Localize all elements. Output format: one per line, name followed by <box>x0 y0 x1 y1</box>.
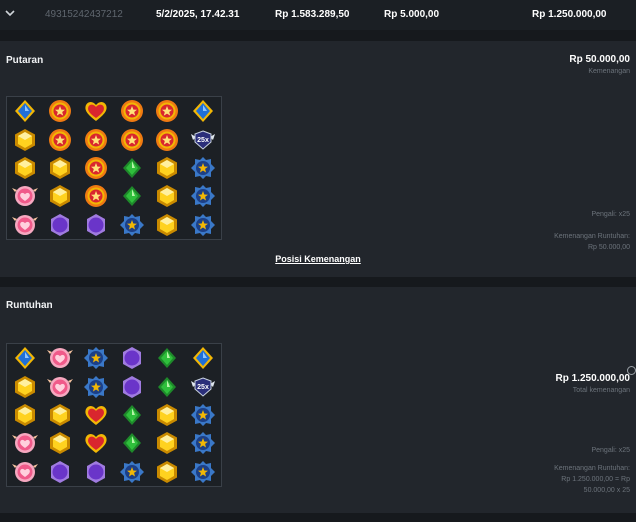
red-star-icon <box>150 97 186 125</box>
red-star-icon <box>43 97 79 125</box>
purple-moon-icon <box>114 344 150 372</box>
blue-star-icon <box>185 458 221 486</box>
green-diamond-icon <box>150 344 186 372</box>
blue-star-icon <box>78 344 114 372</box>
yellow-hex-icon <box>7 125 43 153</box>
purple-moon-icon <box>43 458 79 486</box>
chevron-down-icon[interactable] <box>4 6 16 20</box>
green-diamond-icon <box>114 182 150 210</box>
cascade-win-value: Rp 50.000,00 <box>587 244 630 251</box>
blue-diamond-icon <box>185 97 221 125</box>
purple-moon-icon <box>114 372 150 400</box>
blue-star-icon <box>114 211 150 239</box>
yellow-hex-icon <box>43 154 79 182</box>
yellow-hex-icon <box>150 182 186 210</box>
red-heart-icon <box>78 429 114 457</box>
spin-panel: Putaran Rp 50.000,00 Kemenangan 25x Peng… <box>0 41 636 277</box>
purple-moon-icon <box>78 458 114 486</box>
yellow-hex-icon <box>43 401 79 429</box>
pink-heart-icon <box>7 458 43 486</box>
yellow-hex-icon <box>150 458 186 486</box>
win-value: Rp 1.250.000,00 <box>532 9 607 20</box>
blue-star-icon <box>185 401 221 429</box>
info-icon[interactable] <box>627 366 636 375</box>
blue-diamond-icon <box>185 344 221 372</box>
yellow-hex-icon <box>7 401 43 429</box>
transaction-datetime: 5/2/2025, 17.42.31 <box>156 9 240 20</box>
blue-star-icon <box>185 154 221 182</box>
blue-star-icon <box>185 211 221 239</box>
blue-star-icon <box>114 458 150 486</box>
multiplier-25x-icon: 25x <box>185 372 221 400</box>
svg-text:25x: 25x <box>197 384 209 391</box>
blue-star-icon <box>78 372 114 400</box>
blue-diamond-icon <box>7 97 43 125</box>
cascade-symbol-grid: 25x <box>6 343 222 487</box>
red-star-icon <box>114 125 150 153</box>
red-heart-icon <box>78 97 114 125</box>
yellow-hex-icon <box>150 154 186 182</box>
yellow-hex-icon <box>7 372 43 400</box>
panel-title: Runtuhan <box>6 300 53 311</box>
yellow-hex-icon <box>43 182 79 210</box>
multiplier-label: Pengali: x25 <box>591 211 630 218</box>
green-diamond-icon <box>150 372 186 400</box>
cascade-panel: Runtuhan 25x Rp 1.250.000,00 Total kemen… <box>0 287 636 513</box>
yellow-hex-icon <box>150 429 186 457</box>
purple-moon-icon <box>78 211 114 239</box>
panel-title: Putaran <box>6 55 44 66</box>
green-diamond-icon <box>114 401 150 429</box>
green-diamond-icon <box>114 154 150 182</box>
yellow-hex-icon <box>150 401 186 429</box>
blue-star-icon <box>185 429 221 457</box>
total-win-label: Total kemenangan <box>572 387 630 394</box>
divider <box>0 513 636 522</box>
red-heart-icon <box>78 401 114 429</box>
red-star-icon <box>78 154 114 182</box>
cascade-win-label: Kemenangan Runtuhan: <box>554 233 630 240</box>
green-diamond-icon <box>114 429 150 457</box>
total-win-amount: Rp 1.250.000,00 <box>555 373 631 384</box>
yellow-hex-icon <box>150 211 186 239</box>
pink-heart-icon <box>7 182 43 210</box>
red-star-icon <box>78 182 114 210</box>
cascade-win-formula: 50.000,00 x 25 <box>583 487 630 494</box>
spin-win-amount: Rp 50.000,00 <box>569 54 630 65</box>
blue-star-icon <box>185 182 221 210</box>
pink-heart-icon <box>7 211 43 239</box>
svg-text:25x: 25x <box>197 137 209 144</box>
red-star-icon <box>114 97 150 125</box>
multiplier-25x-icon: 25x <box>185 125 221 153</box>
red-star-icon <box>43 125 79 153</box>
history-row[interactable]: 49315242437212 5/2/2025, 17.42.31 Rp 1.5… <box>0 0 636 30</box>
red-star-icon <box>150 125 186 153</box>
spin-win-label: Kemenangan <box>588 68 630 75</box>
yellow-hex-icon <box>43 429 79 457</box>
yellow-hex-icon <box>7 154 43 182</box>
blue-diamond-icon <box>7 344 43 372</box>
bet-value: Rp 5.000,00 <box>384 9 440 20</box>
transaction-id: 49315242437212 <box>45 9 123 20</box>
spin-symbol-grid: 25x <box>6 96 222 240</box>
pink-heart-icon <box>43 344 79 372</box>
cascade-win-label: Kemenangan Runtuhan: <box>554 465 630 472</box>
purple-moon-icon <box>43 211 79 239</box>
pink-heart-icon <box>7 429 43 457</box>
cascade-win-value: Rp 1.250.000,00 = Rp <box>561 476 630 483</box>
winning-positions-link[interactable]: Posisi Kemenangan <box>0 254 636 264</box>
pink-heart-icon <box>43 372 79 400</box>
balance-value: Rp 1.583.289,50 <box>275 9 350 20</box>
red-star-icon <box>78 125 114 153</box>
multiplier-label: Pengali: x25 <box>591 447 630 454</box>
